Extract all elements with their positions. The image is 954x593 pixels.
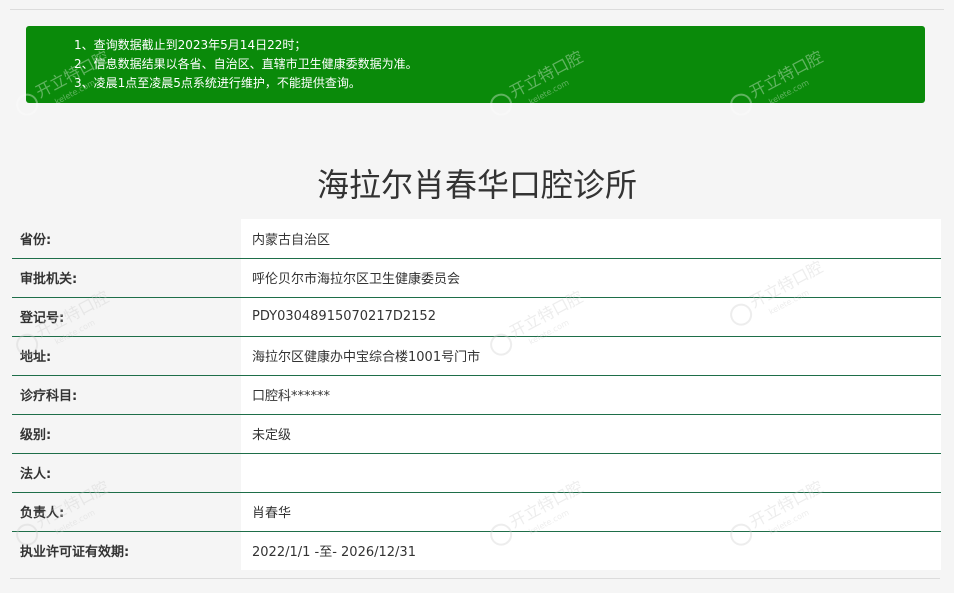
row-registration-number: 登记号: PDY03048915070217D2152 [12, 297, 941, 337]
approval-authority-value: 呼伦贝尔市海拉尔区卫生健康委员会 [241, 258, 941, 298]
row-approval-authority: 审批机关: 呼伦贝尔市海拉尔区卫生健康委员会 [12, 258, 941, 298]
page: 1、查询数据截止到2023年5月14日22时； 2、信息数据结果以各省、自治区、… [0, 0, 954, 593]
clinic-info-table: 省份: 内蒙古自治区 审批机关: 呼伦贝尔市海拉尔区卫生健康委员会 登记号: P… [12, 219, 941, 570]
notice-line-3: 3、凌晨1点至凌晨5点系统进行维护，不能提供查询。 [74, 76, 361, 90]
row-province: 省份: 内蒙古自治区 [12, 219, 941, 259]
notice-line-2: 2、信息数据结果以各省、自治区、直辖市卫生健康委数据为准。 [74, 57, 418, 71]
row-departments: 诊疗科目: 口腔科****** [12, 375, 941, 415]
notice-line-1: 1、查询数据截止到2023年5月14日22时； [74, 38, 307, 52]
row-license-validity: 执业许可证有效期: 2022/1/1 -至- 2026/12/31 [12, 531, 941, 570]
row-legal-person: 法人: [12, 453, 941, 493]
top-divider [10, 9, 944, 10]
legal-person-value [241, 453, 941, 493]
person-in-charge-label: 负责人: [12, 492, 241, 532]
address-value: 海拉尔区健康办中宝综合楼1001号门市 [241, 336, 941, 376]
person-in-charge-value: 肖春华 [241, 492, 941, 532]
row-person-in-charge: 负责人: 肖春华 [12, 492, 941, 532]
address-label: 地址: [12, 336, 241, 376]
license-validity-value: 2022/1/1 -至- 2026/12/31 [241, 531, 941, 570]
registration-number-value: PDY03048915070217D2152 [241, 297, 941, 337]
registration-number-label: 登记号: [12, 297, 241, 337]
level-value: 未定级 [241, 414, 941, 454]
departments-label: 诊疗科目: [12, 375, 241, 415]
notice-banner: 1、查询数据截止到2023年5月14日22时； 2、信息数据结果以各省、自治区、… [26, 26, 925, 103]
departments-value: 口腔科****** [241, 375, 941, 415]
approval-authority-label: 审批机关: [12, 258, 241, 298]
page-title: 海拉尔肖春华口腔诊所 [316, 166, 637, 205]
row-address: 地址: 海拉尔区健康办中宝综合楼1001号门市 [12, 336, 941, 376]
row-level: 级别: 未定级 [12, 414, 941, 454]
legal-person-label: 法人: [12, 453, 241, 493]
province-label: 省份: [12, 219, 241, 259]
level-label: 级别: [12, 414, 241, 454]
province-value: 内蒙古自治区 [241, 219, 941, 259]
bottom-divider [10, 578, 940, 579]
license-validity-label: 执业许可证有效期: [12, 531, 241, 570]
